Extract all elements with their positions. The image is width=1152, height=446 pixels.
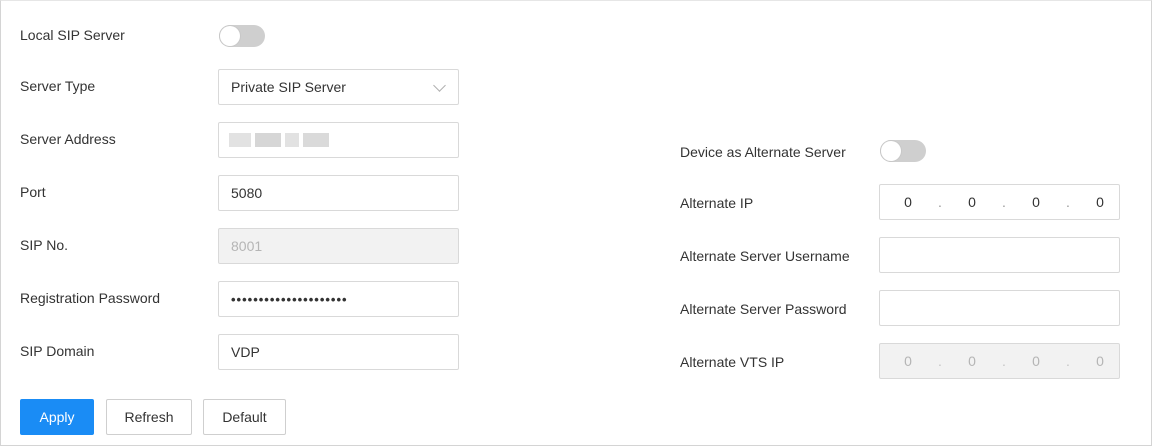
ip-separator: . [1066,353,1070,369]
redacted-block [255,133,281,147]
server-type-select[interactable]: Private SIP Server [218,69,459,105]
registration-password-input[interactable]: ••••••••••••••••••••• [218,281,459,317]
redacted-block [303,133,329,147]
device-as-alternate-label: Device as Alternate Server [680,144,846,160]
local-sip-server-toggle[interactable] [219,25,265,47]
apply-button[interactable]: Apply [20,399,94,435]
toggle-knob [881,141,901,161]
local-sip-server-label: Local SIP Server [20,27,125,43]
ip-octet-2: 0 [968,353,976,369]
alternate-username-field[interactable] [892,247,1107,263]
alternate-password-field[interactable] [892,300,1107,316]
port-input[interactable] [218,175,459,211]
sip-no-label: SIP No. [20,237,68,253]
ip-octet-4[interactable]: 0 [1084,194,1116,210]
sip-domain-label: SIP Domain [20,343,95,359]
sip-domain-input[interactable] [218,334,459,370]
alternate-username-input[interactable] [879,237,1120,273]
ip-separator: . [938,194,942,210]
server-address-input[interactable] [218,122,459,158]
sip-no-input [218,228,459,264]
redacted-block [229,133,251,147]
sip-no-field [231,238,446,254]
server-address-label: Server Address [20,131,116,147]
settings-panel [0,0,1152,446]
alternate-password-input[interactable] [879,290,1120,326]
ip-octet-1[interactable]: 0 [892,194,924,210]
ip-octet-3: 0 [1032,353,1040,369]
alternate-ip-label: Alternate IP [680,195,754,211]
chevron-down-icon [433,79,446,92]
alternate-vts-ip-input: 0 . 0 . 0 . 0 [879,343,1120,379]
registration-password-mask: ••••••••••••••••••••• [231,291,348,307]
ip-octet-2[interactable]: 0 [956,194,988,210]
alternate-password-label: Alternate Server Password [680,301,847,317]
device-as-alternate-toggle[interactable] [880,140,926,162]
refresh-button[interactable]: Refresh [106,399,192,435]
port-label: Port [20,184,46,200]
server-type-label: Server Type [20,78,96,94]
alternate-ip-input[interactable]: 0 . 0 . 0 . 0 [879,184,1120,220]
ip-octet-3[interactable]: 0 [1020,194,1052,210]
alternate-username-label: Alternate Server Username [680,248,850,264]
ip-separator: . [1066,194,1070,210]
toggle-knob [220,26,240,46]
default-button[interactable]: Default [203,399,286,435]
ip-octet-1: 0 [904,353,912,369]
ip-separator: . [1002,194,1006,210]
alternate-vts-ip-label: Alternate VTS IP [680,354,785,370]
sip-domain-field[interactable] [231,344,446,360]
redacted-block [285,133,299,147]
port-field[interactable] [231,185,446,201]
ip-separator: . [938,353,942,369]
ip-separator: . [1002,353,1006,369]
ip-octet-4: 0 [1096,353,1104,369]
registration-password-label: Registration Password [20,290,161,306]
server-type-value: Private SIP Server [231,79,346,95]
